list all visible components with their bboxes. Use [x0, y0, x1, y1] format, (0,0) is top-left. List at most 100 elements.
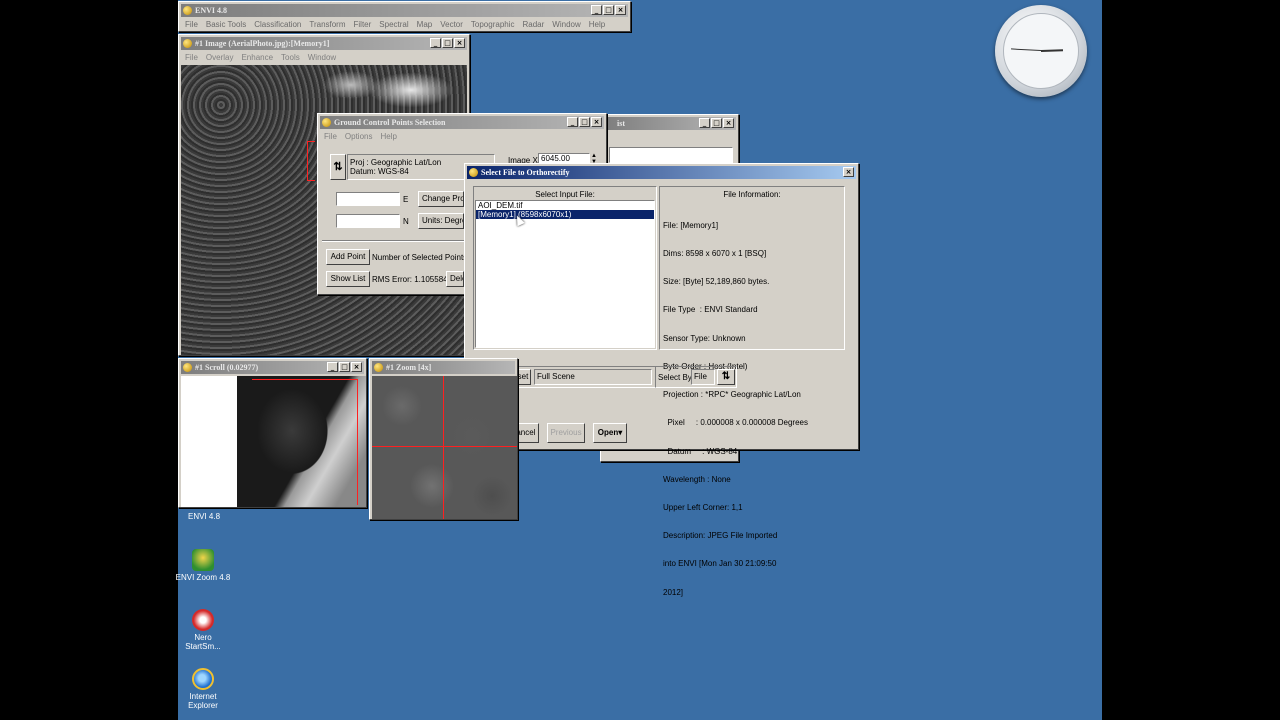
select-by-label: Select By — [658, 373, 692, 382]
close-button[interactable]: × — [843, 167, 854, 177]
file-list-item[interactable]: AOI_DEM.tif — [476, 201, 654, 210]
image-window-titlebar[interactable]: #1 Image (AerialPhoto.jpg):[Memory1] _ □ × — [181, 37, 467, 50]
maximize-button[interactable]: □ — [711, 118, 722, 128]
input-file-list[interactable]: AOI_DEM.tif [Memory1] (8598x6070x1) — [475, 200, 655, 348]
gcp-list-title: ist — [617, 119, 625, 128]
desktop-icon-nero[interactable]: Nero StartSm... — [173, 609, 233, 651]
desktop-icon-internet-explorer[interactable]: Internet Explorer — [173, 668, 233, 710]
open-menu-button[interactable]: Open▾ — [593, 423, 627, 443]
desktop-icon-envi-zoom[interactable]: ENVI Zoom 4.8 — [173, 549, 233, 582]
menu-vector[interactable]: Vector — [440, 18, 463, 31]
zoom-window-title: #1 Zoom [4x] — [386, 363, 432, 372]
menu-help[interactable]: Help — [589, 18, 605, 31]
close-button[interactable]: × — [723, 118, 734, 128]
spatial-subset-field[interactable]: Full Scene — [534, 369, 652, 385]
envi-app-icon — [183, 39, 192, 48]
zoom-crosshair-v — [443, 376, 444, 519]
dialog-titlebar[interactable]: Select File to Orthorectify × — [467, 166, 856, 179]
menu-file[interactable]: File — [185, 18, 198, 31]
menu-overlay[interactable]: Overlay — [206, 51, 234, 64]
info-line: Wavelength : None — [663, 474, 731, 484]
menu-options[interactable]: Options — [345, 130, 373, 143]
envi-app-icon — [374, 363, 383, 372]
menu-window[interactable]: Window — [308, 51, 336, 64]
envi-main-menubar: File Basic Tools Classification Transfor… — [181, 18, 628, 31]
maximize-button[interactable]: □ — [579, 117, 590, 127]
info-line: Dims: 8598 x 6070 x 1 [BSQ] — [663, 249, 767, 259]
scroll-window-title: #1 Scroll (0.02977) — [195, 363, 259, 372]
menu-basic-tools[interactable]: Basic Tools — [206, 18, 246, 31]
desktop-icon-label: Internet — [189, 692, 217, 701]
gcp-list-titlebar[interactable]: ist _ □ × — [603, 117, 736, 130]
select-by-field[interactable]: File — [691, 369, 715, 385]
minimize-button[interactable]: _ — [567, 117, 578, 127]
close-button[interactable]: × — [351, 362, 362, 372]
menu-window[interactable]: Window — [552, 18, 580, 31]
dropdown-arrow-icon: ▾ — [618, 428, 623, 437]
info-line: 2012] — [663, 587, 684, 597]
scroll-window: #1 Scroll (0.02977) _ □ × — [178, 358, 367, 508]
info-line: Sensor Type: Unknown — [663, 333, 746, 343]
northing-field[interactable] — [336, 214, 400, 228]
envi-zoom-icon — [192, 549, 214, 571]
menu-file[interactable]: File — [185, 51, 198, 64]
minimize-button[interactable]: _ — [430, 38, 441, 48]
swap-projection-button[interactable]: ⇅ — [330, 154, 346, 180]
desktop-icon-label: Nero — [194, 633, 212, 642]
file-list-item-selected[interactable]: [Memory1] (8598x6070x1) — [476, 210, 654, 219]
zoom-image-canvas[interactable] — [372, 376, 517, 519]
minimize-button[interactable]: _ — [327, 362, 338, 372]
desktop-icon-label: ENVI Zoom 4.8 — [175, 573, 231, 582]
envi-app-icon — [183, 6, 192, 15]
menu-filter[interactable]: Filter — [354, 18, 372, 31]
envi-main-titlebar[interactable]: ENVI 4.8 _ □ × — [181, 4, 628, 17]
menu-enhance[interactable]: Enhance — [241, 51, 273, 64]
show-list-button[interactable]: Show List — [326, 271, 370, 287]
nero-icon — [192, 609, 214, 631]
scroll-window-titlebar[interactable]: #1 Scroll (0.02977) _ □ × — [181, 361, 364, 374]
menu-file[interactable]: File — [324, 130, 337, 143]
maximize-button[interactable]: □ — [339, 362, 350, 372]
envi-taskbar-caption: ENVI 4.8 — [188, 512, 221, 521]
zoom-window-titlebar[interactable]: #1 Zoom [4x] — [372, 361, 515, 374]
gcp-list-table[interactable] — [609, 147, 733, 163]
projection-text: Proj : Geographic Lat/Lon — [350, 158, 442, 167]
menu-help[interactable]: Help — [380, 130, 396, 143]
clock-gadget[interactable] — [995, 5, 1087, 97]
select-by-toggle-button[interactable]: ⇅ — [717, 369, 735, 385]
minimize-button[interactable]: _ — [699, 118, 710, 128]
select-file-dialog: Select File to Orthorectify × Select Inp… — [464, 163, 859, 597]
menu-classification[interactable]: Classification — [254, 18, 301, 31]
northing-label: N — [403, 217, 409, 226]
menu-tools[interactable]: Tools — [281, 51, 300, 64]
input-file-header: Select Input File: — [535, 190, 595, 199]
easting-field[interactable] — [336, 192, 400, 206]
change-proj-button[interactable]: Change Proj — [418, 191, 464, 207]
close-button[interactable]: × — [615, 5, 626, 15]
info-line: File: [Memory1] — [663, 220, 719, 230]
scroll-view-box[interactable] — [252, 379, 358, 505]
delete-button[interactable]: Dele — [446, 271, 464, 287]
dialog-title: Select File to Orthorectify — [481, 168, 570, 177]
menu-topographic[interactable]: Topographic — [471, 18, 515, 31]
menu-radar[interactable]: Radar — [523, 18, 545, 31]
gcp-window-titlebar[interactable]: Ground Control Points Selection _ □ × — [320, 116, 604, 129]
envi-main-window-controls: _ □ × — [591, 5, 626, 15]
info-line: File Type : ENVI Standard — [663, 305, 758, 315]
menu-spectral[interactable]: Spectral — [379, 18, 408, 31]
close-button[interactable]: × — [454, 38, 465, 48]
add-point-button[interactable]: Add Point — [326, 249, 370, 265]
maximize-button[interactable]: □ — [603, 5, 614, 15]
maximize-button[interactable]: □ — [442, 38, 453, 48]
menu-map[interactable]: Map — [417, 18, 433, 31]
scroll-white-area — [181, 376, 237, 507]
info-line: Projection : *RPC* Geographic Lat/Lon — [663, 390, 801, 400]
minimize-button[interactable]: _ — [591, 5, 602, 15]
menu-transform[interactable]: Transform — [309, 18, 345, 31]
close-button[interactable]: × — [591, 117, 602, 127]
info-line: Upper Left Corner: 1,1 — [663, 503, 743, 512]
image-window-title: #1 Image (AerialPhoto.jpg):[Memory1] — [195, 39, 330, 48]
scroll-window-controls: _ □ × — [327, 362, 362, 372]
units-button[interactable]: Units: Degre — [418, 213, 464, 229]
envi-main-window: ENVI 4.8 _ □ × File Basic Tools Classifica… — [178, 1, 631, 32]
